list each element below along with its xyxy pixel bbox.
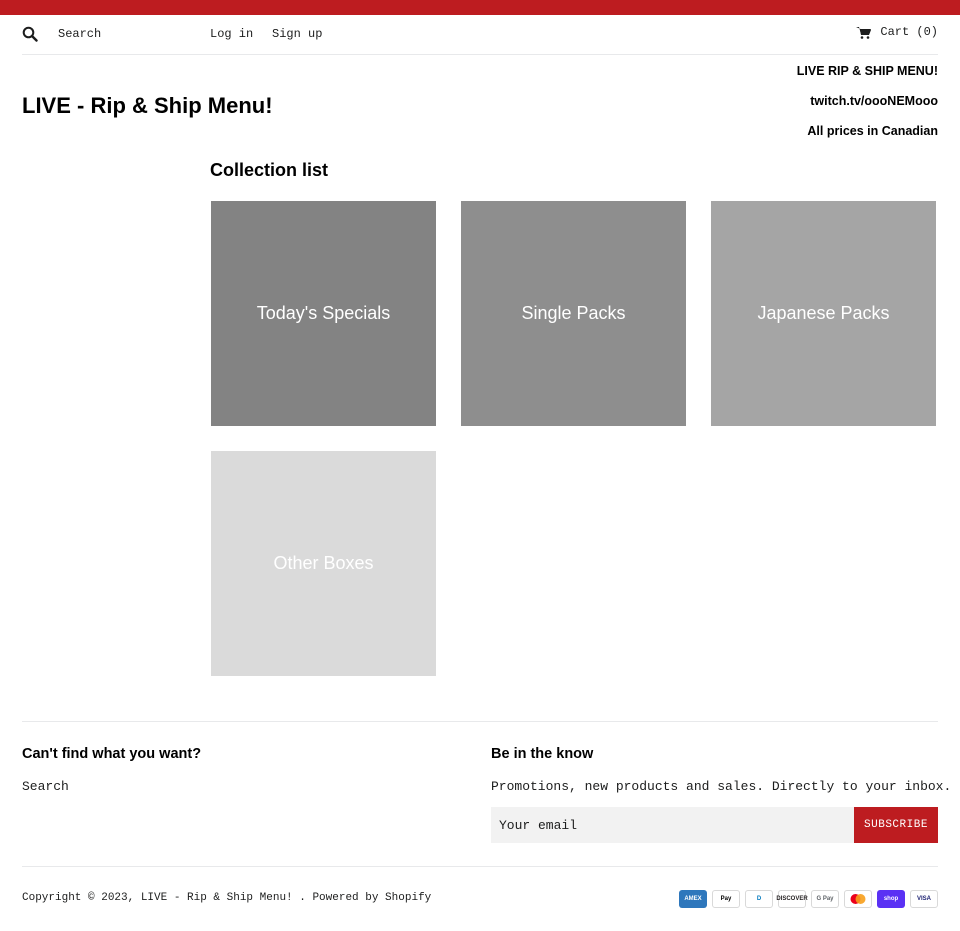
collection-tile-label: Other Boxes — [273, 553, 374, 573]
header-note: twitch.tv/oooNEMooo — [810, 94, 938, 108]
collection-tile-label: Japanese Packs — [757, 303, 890, 323]
visa-icon: VISA — [910, 890, 938, 908]
announcement-bar — [0, 0, 960, 15]
cart-icon — [856, 26, 872, 39]
search-icon[interactable] — [22, 23, 48, 45]
amex-icon: AMEX — [679, 890, 707, 908]
discover-icon: DISCOVER — [776, 890, 808, 908]
header-notes: LIVE RIP & SHIP MENU! twitch.tv/oooNEMoo… — [797, 64, 938, 154]
signup-link[interactable]: Sign up — [272, 27, 322, 41]
site-header: Log in Sign up Cart (0) — [22, 15, 938, 55]
footer-divider — [22, 721, 938, 722]
newsletter-text: Promotions, new products and sales. Dire… — [491, 779, 952, 794]
diners-club-icon: D — [745, 890, 773, 908]
collection-tile-label: Today's Specials — [256, 303, 391, 323]
shop-pay-icon: shop — [877, 890, 905, 908]
footer-search-link[interactable]: Search — [22, 779, 69, 794]
site-title[interactable]: LIVE - Rip & Ship Menu! — [22, 93, 273, 119]
login-link[interactable]: Log in — [210, 27, 253, 41]
google-pay-icon: G Pay — [811, 890, 839, 908]
email-field[interactable] — [491, 807, 855, 843]
collection-list-title: Collection list — [210, 160, 329, 180]
cart-label: Cart (0) — [880, 25, 938, 39]
header-search — [22, 23, 188, 45]
collection-tile-todays-specials[interactable]: Today's Specials — [211, 201, 436, 426]
collection-tile-single-packs[interactable]: Single Packs — [461, 201, 686, 426]
search-input[interactable] — [58, 27, 188, 41]
apple-pay-icon: Pay — [712, 890, 740, 908]
copyright-text: Copyright © 2023, LIVE - Rip & Ship Menu… — [22, 892, 432, 904]
cant-find-heading: Can't find what you want? — [22, 746, 202, 762]
collection-tile-other-boxes[interactable]: Other Boxes — [211, 451, 436, 676]
header-note: LIVE RIP & SHIP MENU! — [796, 64, 938, 78]
cart-link[interactable]: Cart (0) — [856, 25, 938, 39]
mastercard-icon — [844, 890, 872, 908]
collection-tile-label: Single Packs — [521, 303, 626, 323]
header-note: All prices in Canadian — [807, 124, 938, 138]
subscribe-button[interactable]: SUBSCRIBE — [854, 807, 938, 843]
collection-tile-japanese-packs[interactable]: Japanese Packs — [711, 201, 936, 426]
footer-divider — [22, 866, 938, 867]
payment-icons: AMEX Pay D DISCOVER G Pay shop VISA — [679, 890, 938, 908]
newsletter-heading: Be in the know — [491, 746, 594, 762]
